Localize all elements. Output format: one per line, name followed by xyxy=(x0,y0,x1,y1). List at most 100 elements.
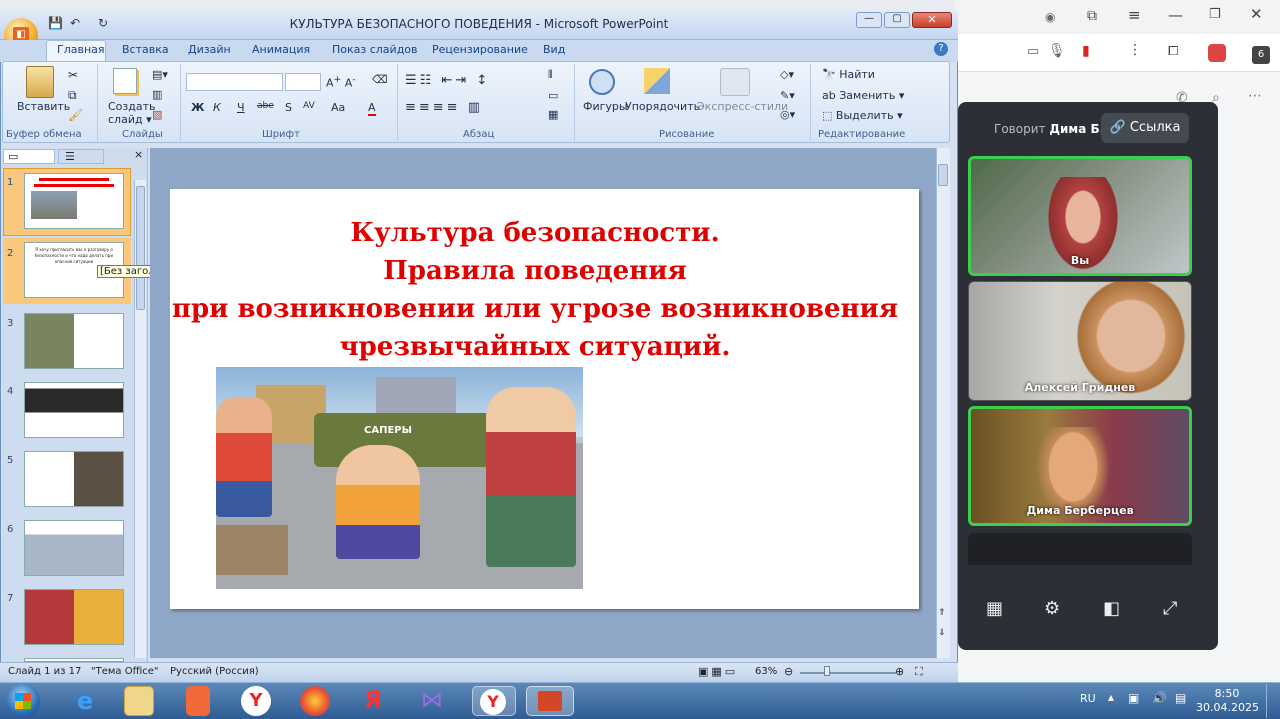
font-name-select[interactable] xyxy=(186,73,283,91)
zoom-level[interactable]: 63% xyxy=(755,666,777,677)
participant-tile-you[interactable]: Вы xyxy=(968,156,1192,276)
find-button[interactable]: 🔭 Найти xyxy=(822,68,875,81)
pip-icon[interactable]: ◧ xyxy=(1103,598,1120,619)
minimize-icon[interactable]: — xyxy=(1168,6,1183,24)
yandex-icon[interactable]: Я xyxy=(358,686,388,716)
prev-slide-icon[interactable]: ⇑ xyxy=(938,608,946,618)
ppt-minimize-button[interactable]: — xyxy=(856,12,882,28)
shadow-button[interactable]: S xyxy=(285,101,292,114)
extensions-icon[interactable]: 6 xyxy=(1252,46,1270,64)
yandex-active-icon[interactable]: Y xyxy=(472,686,516,716)
font-size-select[interactable] xyxy=(285,73,321,91)
tab-view[interactable]: Вид xyxy=(543,43,565,56)
slides-tab[interactable]: ▭ xyxy=(3,149,55,164)
fill-icon[interactable]: ◇▾ xyxy=(780,68,794,81)
case-button[interactable]: Aa xyxy=(331,101,345,114)
explorer-icon[interactable] xyxy=(124,686,154,716)
copy-icon[interactable]: ⧉ xyxy=(68,88,77,103)
paste-button[interactable]: Вставить xyxy=(17,100,70,113)
align-text-icon[interactable]: ▭ xyxy=(548,89,558,102)
slide-thumb-3[interactable] xyxy=(24,313,124,369)
powerpoint-taskbar-icon[interactable] xyxy=(526,686,574,716)
next-slide-icon[interactable]: ⇓ xyxy=(938,628,946,638)
replace-button[interactable]: ab Заменить ▾ xyxy=(822,89,904,102)
slide-thumb-7[interactable] xyxy=(24,589,124,645)
zoom-out-icon[interactable]: ⊖ xyxy=(784,665,793,678)
usb-icon[interactable]: ▣ xyxy=(1128,691,1139,705)
slide-title[interactable]: Культура безопасности. Правила поведения… xyxy=(170,214,900,366)
start-button[interactable] xyxy=(6,684,40,718)
close-icon[interactable]: ✕ xyxy=(1250,5,1263,23)
font-color-button[interactable]: A xyxy=(368,101,376,116)
tab-review[interactable]: Рецензирование xyxy=(432,43,528,56)
slide-thumb-6[interactable] xyxy=(24,520,124,576)
slide-illustration[interactable]: САПЕРЫ xyxy=(216,367,583,589)
browser-extension-icon[interactable]: ◉ xyxy=(1045,10,1055,24)
tray-expand-icon[interactable]: ▴ xyxy=(1108,690,1114,704)
format-painter-icon[interactable]: 🖌 xyxy=(68,108,83,122)
fit-window-icon[interactable]: ⛶ xyxy=(915,665,923,679)
tab-design[interactable]: Дизайн xyxy=(188,43,231,56)
ie-icon[interactable]: e xyxy=(70,686,100,716)
effects-icon[interactable]: ◎▾ xyxy=(780,108,795,121)
volume-icon[interactable]: 🔊 xyxy=(1152,691,1167,705)
bold-button[interactable]: Ж xyxy=(191,101,204,114)
strike-button[interactable]: abe xyxy=(257,101,274,111)
grow-font-icon[interactable]: A+ A- xyxy=(326,74,356,90)
view-buttons-icon[interactable]: ▣▦▭ xyxy=(698,665,738,678)
pane-scroll-thumb[interactable] xyxy=(136,186,145,310)
underline-button[interactable]: Ч xyxy=(237,101,245,114)
reset-icon[interactable]: ▥ xyxy=(152,88,162,101)
vs-icon[interactable]: ⋈ xyxy=(417,686,447,716)
zoom-slider-thumb[interactable] xyxy=(824,666,830,676)
align-buttons-icon[interactable]: ≡≡≡≡ ▥ xyxy=(405,100,483,115)
browser-menu-icon[interactable]: ≡ xyxy=(1128,6,1141,24)
new-slide-button[interactable]: Создать слайд ▾ xyxy=(108,100,156,126)
language-status[interactable]: Русский (Россия) xyxy=(170,666,259,677)
show-desktop-button[interactable] xyxy=(1266,684,1278,718)
italic-button[interactable]: К xyxy=(213,101,221,114)
clock[interactable]: 8:50 30.04.2025 xyxy=(1196,687,1259,715)
tab-slideshow[interactable]: Показ слайдов xyxy=(332,43,418,56)
mic-icon[interactable]: 🎙 xyxy=(1048,43,1066,59)
slide-thumb-5[interactable] xyxy=(24,451,124,507)
quick-styles-button[interactable]: Экспресс-стили xyxy=(697,100,788,113)
select-button[interactable]: ⬚ Выделить ▾ xyxy=(822,109,903,122)
settings-icon[interactable]: ⚙ xyxy=(1044,598,1060,619)
slide-scrollbar[interactable] xyxy=(936,148,950,658)
delete-slide-icon[interactable]: ▧ xyxy=(152,108,162,121)
slide-thumb-4[interactable] xyxy=(24,382,124,438)
help-icon[interactable]: ? xyxy=(934,42,948,56)
grid-view-icon[interactable]: ▦ xyxy=(986,598,1003,619)
camera-icon[interactable]: ▭ xyxy=(1027,44,1039,59)
shapes-button[interactable]: Фигуры xyxy=(583,100,628,113)
outline-icon[interactable]: ✎▾ xyxy=(780,89,795,102)
firefox-icon[interactable] xyxy=(300,686,330,716)
media-player-icon[interactable] xyxy=(186,686,210,716)
arrange-button[interactable]: Упорядочить xyxy=(625,100,700,113)
outline-tab[interactable]: ☰ xyxy=(58,149,104,164)
zoom-slider[interactable] xyxy=(800,672,896,674)
browser-bookmark-icon[interactable]: ⧉ xyxy=(1087,8,1097,24)
zoom-in-icon[interactable]: ⊕ xyxy=(895,665,904,678)
pane-close-icon[interactable]: × xyxy=(134,148,143,161)
participant-tile-aleksey[interactable]: Алексей Гриднев xyxy=(968,281,1192,401)
restore-icon[interactable]: ❐ xyxy=(1209,7,1221,22)
smartart-icon[interactable]: ▦ xyxy=(548,108,558,121)
network-icon[interactable]: ▤ xyxy=(1175,691,1186,705)
ppt-maximize-button[interactable]: ▢ xyxy=(884,12,910,28)
cut-icon[interactable]: ✂ xyxy=(68,68,78,82)
list-buttons-icon[interactable]: ☰☷ ⇤⇥ ↕ xyxy=(405,73,490,88)
participant-tile-dima[interactable]: Дима Берберцев xyxy=(968,406,1192,526)
more-icon[interactable]: ⋮ xyxy=(1128,42,1142,58)
spacing-button[interactable]: AV xyxy=(303,101,315,111)
tab-insert[interactable]: Вставка xyxy=(122,43,169,56)
bookmark-icon[interactable]: ▮ xyxy=(1082,43,1090,59)
tab-animation[interactable]: Анимация xyxy=(252,43,310,56)
tab-home[interactable]: Главная xyxy=(57,43,105,56)
slide-scroll-thumb[interactable] xyxy=(938,164,948,186)
slide-thumb-1[interactable] xyxy=(24,173,124,229)
language-indicator[interactable]: RU xyxy=(1080,692,1096,705)
collections-icon[interactable]: ⧠ xyxy=(1168,44,1178,59)
fullscreen-icon[interactable]: ⤢ xyxy=(1163,598,1177,619)
